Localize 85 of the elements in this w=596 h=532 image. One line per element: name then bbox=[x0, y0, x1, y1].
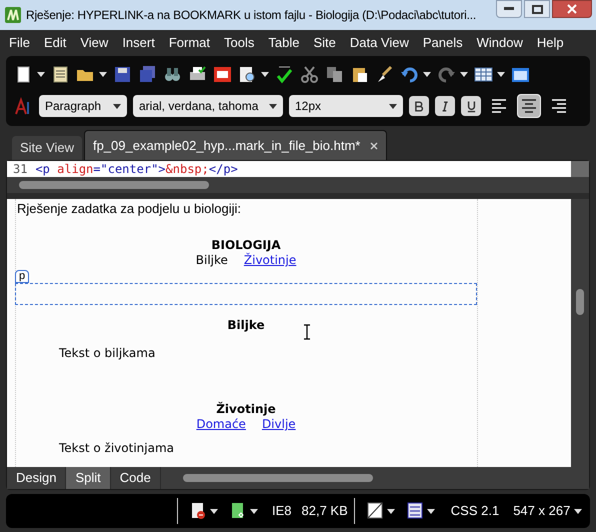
dimensions-dropdown[interactable]: 547 x 267 bbox=[513, 501, 582, 521]
menu-item[interactable]: View bbox=[73, 32, 116, 54]
document-error-icon[interactable] bbox=[190, 502, 206, 520]
menu-item[interactable]: Table bbox=[261, 32, 306, 54]
undo-icon[interactable] bbox=[400, 64, 419, 84]
file-size: 82,7 KB bbox=[302, 502, 348, 520]
code-vertical-scrollbar[interactable] bbox=[571, 161, 589, 177]
caret-icon[interactable] bbox=[99, 72, 107, 76]
close-icon bbox=[567, 4, 577, 14]
save-all-icon[interactable] bbox=[138, 64, 157, 84]
menu-item[interactable]: Panels bbox=[416, 32, 470, 54]
preview-icon[interactable] bbox=[238, 64, 257, 84]
bold-button[interactable] bbox=[409, 96, 429, 116]
menu-item[interactable]: Format bbox=[162, 32, 217, 54]
close-button[interactable] bbox=[552, 0, 592, 18]
caret-icon[interactable] bbox=[426, 508, 435, 514]
table-icon[interactable] bbox=[474, 64, 493, 84]
underline-button[interactable] bbox=[461, 96, 481, 116]
menu-item[interactable]: Site bbox=[306, 32, 343, 54]
copy-icon[interactable] bbox=[325, 64, 344, 84]
heading: BIOLOGIJA bbox=[211, 237, 281, 252]
document-list-icon[interactable] bbox=[51, 64, 70, 84]
caret-icon[interactable] bbox=[574, 508, 582, 514]
menu-item[interactable]: File bbox=[2, 32, 37, 54]
bold-icon bbox=[412, 100, 426, 112]
paragraph: Tekst o biljkama bbox=[58, 345, 156, 361]
paragraph: Rješenje zadatka za podjelu u biologiji: bbox=[16, 201, 242, 217]
align-center-button[interactable] bbox=[517, 94, 541, 118]
tag-label: p bbox=[15, 270, 30, 283]
align-center-icon bbox=[520, 97, 538, 115]
maximize-button[interactable] bbox=[524, 0, 550, 18]
menu-item[interactable]: Window bbox=[470, 32, 530, 54]
view-tab[interactable]: Split bbox=[66, 467, 111, 489]
redo-icon[interactable] bbox=[437, 64, 456, 84]
caret-icon[interactable] bbox=[423, 72, 431, 76]
css-level: CSS 2.1 bbox=[450, 502, 500, 520]
link[interactable]: Životinje bbox=[244, 253, 296, 268]
browser-label: IE8 bbox=[272, 502, 292, 520]
caret-icon[interactable] bbox=[389, 104, 397, 108]
selected-paragraph[interactable] bbox=[15, 283, 477, 305]
caret-icon[interactable] bbox=[113, 104, 121, 108]
caret-icon[interactable] bbox=[497, 72, 505, 76]
minimize-icon bbox=[504, 7, 514, 11]
menu-item[interactable]: Edit bbox=[36, 32, 74, 54]
restore-icon bbox=[532, 4, 542, 14]
link[interactable]: Divlje bbox=[262, 417, 296, 432]
caret-icon[interactable] bbox=[386, 508, 395, 514]
save-icon[interactable] bbox=[113, 64, 132, 84]
menu-item[interactable]: Data View bbox=[342, 32, 416, 54]
heading: Životinje bbox=[216, 401, 276, 417]
menu-item[interactable]: Insert bbox=[115, 32, 162, 54]
checkmark-icon[interactable] bbox=[275, 64, 294, 84]
text-cursor-icon bbox=[303, 324, 311, 340]
caret-icon[interactable] bbox=[210, 508, 218, 514]
menu-item[interactable]: Tools bbox=[217, 32, 262, 54]
presentation-icon[interactable] bbox=[213, 64, 232, 84]
italic-button[interactable] bbox=[435, 96, 455, 116]
scissors-icon[interactable] bbox=[300, 64, 319, 84]
align-left-icon bbox=[490, 97, 508, 115]
line-number: 31 bbox=[13, 161, 28, 177]
caret-icon[interactable] bbox=[460, 72, 468, 76]
text-style-icon[interactable] bbox=[406, 502, 423, 520]
font-dropdown[interactable]: arial, verdana, tahoma bbox=[133, 95, 283, 117]
close-icon[interactable] bbox=[370, 142, 378, 150]
minimize-button[interactable] bbox=[496, 0, 522, 18]
heading: Biljke bbox=[227, 317, 265, 333]
document-code-icon[interactable] bbox=[230, 502, 246, 520]
align-right-icon bbox=[550, 97, 568, 115]
tab[interactable]: Site View bbox=[12, 136, 82, 160]
app-icon bbox=[4, 6, 22, 24]
window-title: Rješenje: HYPERLINK-a na BOOKMARK u istom fajlu - Biologija (D:\Podaci\abc\tutori... bbox=[26, 7, 476, 24]
code-line: <p align="center">&nbsp;</p> bbox=[35, 161, 238, 177]
caret-icon[interactable] bbox=[269, 104, 277, 108]
paragraph: Tekst o životinjama bbox=[58, 440, 176, 456]
paragraph-style-dropdown[interactable]: Paragraph bbox=[39, 95, 127, 117]
image-placeholder-icon[interactable] bbox=[366, 502, 383, 520]
caret-icon[interactable] bbox=[250, 508, 258, 514]
menu-item[interactable]: Help bbox=[530, 32, 571, 54]
font-size-dropdown[interactable]: 12px bbox=[289, 95, 403, 117]
paragraph: Biljke bbox=[196, 253, 228, 268]
link[interactable]: Domaće bbox=[196, 417, 246, 432]
caret-icon[interactable] bbox=[261, 72, 269, 76]
caret-icon[interactable] bbox=[37, 72, 45, 76]
tab[interactable]: fp_09_example02_hyp...mark_in_file_bio.htm* bbox=[84, 130, 388, 160]
brush-icon[interactable] bbox=[375, 64, 394, 84]
